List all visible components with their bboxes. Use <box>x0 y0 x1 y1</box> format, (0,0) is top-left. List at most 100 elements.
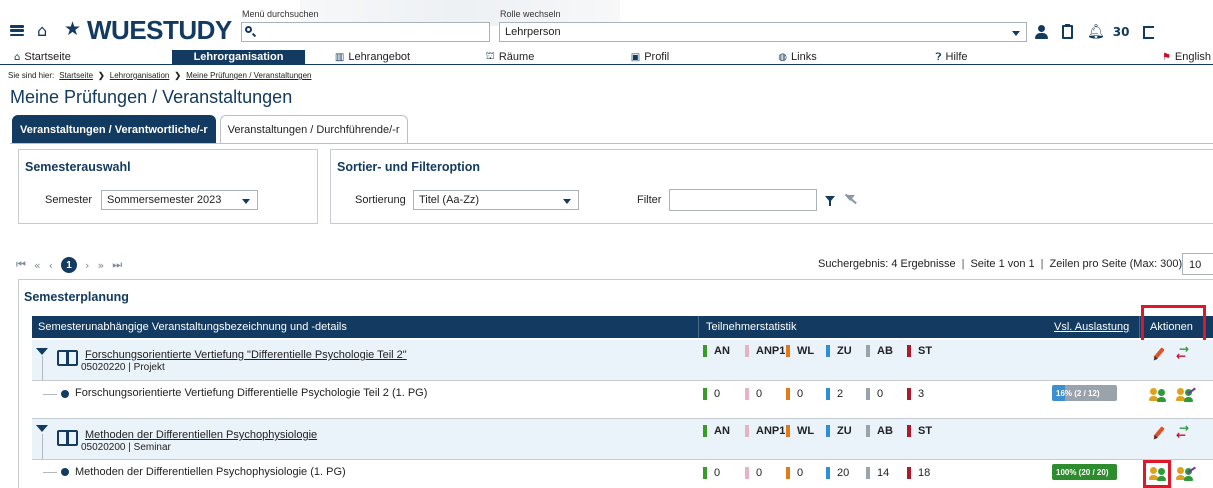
logo[interactable]: WUESTUDY <box>87 15 232 46</box>
filter-clear-icon[interactable] <box>843 193 857 205</box>
stat-color-bar <box>786 467 790 479</box>
role-select[interactable]: Lehrperson <box>499 22 1027 42</box>
breadcrumb-prefix: Sie sind hier: <box>8 71 55 80</box>
stat-color-bar <box>907 467 911 479</box>
bullet-icon <box>61 468 69 476</box>
stat-header-label: ANP1 <box>756 345 786 357</box>
user-icon[interactable] <box>1035 25 1048 39</box>
stat-header-st: ST <box>907 425 932 437</box>
swap-arrows-icon[interactable]: → ← <box>1176 422 1194 441</box>
nav-item-profil[interactable]: ▣ Profil <box>580 50 720 64</box>
nav-item-links[interactable]: ◍ Links <box>720 50 875 64</box>
hamburger-menu-icon[interactable] <box>10 25 24 36</box>
stat-header-label: ST <box>918 425 933 437</box>
first-page-icon[interactable]: ⏮ <box>16 258 26 272</box>
stat-header-wl: WL <box>786 345 814 357</box>
nav-item-hilfe[interactable]: ❓︎ Hilfe <box>875 50 1028 64</box>
tab-verantwortliche[interactable]: Veranstaltungen / Verantwortliche/-r <box>12 115 216 143</box>
home-icon[interactable]: ⌂ <box>37 21 47 40</box>
participants-swap-icon[interactable] <box>1176 388 1195 402</box>
nav-item-lehrorganisation[interactable]: Lehrorganisation <box>172 50 305 64</box>
column-separator <box>1139 316 1140 338</box>
stat-value-ab: 0 <box>866 388 883 400</box>
stat-value-st: 3 <box>907 388 924 400</box>
course-title-link[interactable]: Forschungsorientierte Vertiefung "Differ… <box>85 349 407 361</box>
rows-per-page-input[interactable]: 10 <box>1182 253 1213 275</box>
timer-count: 30 <box>1112 25 1130 39</box>
collapse-caret-icon[interactable] <box>36 425 48 432</box>
sort-select[interactable]: Titel (Aa-Zz) <box>413 190 579 210</box>
help-icon: ❓︎ <box>935 51 942 63</box>
semester-select[interactable]: Sommersemester 2023 <box>101 190 258 210</box>
stat-value: 0 <box>714 467 721 479</box>
tab-durchfuehrende[interactable]: Veranstaltungen / Durchführende/-r <box>219 115 408 143</box>
nav-item-raeume[interactable]: ⛫ Räume <box>440 50 580 64</box>
clipboard-icon[interactable] <box>1062 24 1073 39</box>
participants-highlight <box>1143 460 1171 488</box>
column-header-name: Semesterunabhängige Veranstaltungsbezeic… <box>38 321 347 333</box>
filter-icon[interactable] <box>825 196 835 206</box>
stat-color-bar <box>703 345 707 357</box>
star-icon[interactable]: ★ <box>64 18 81 40</box>
nav-item-label: Hilfe <box>945 51 968 63</box>
stat-color-bar <box>866 345 870 357</box>
stat-color-bar <box>745 425 749 437</box>
sort-select-value: Titel (Aa-Zz) <box>419 194 480 206</box>
edit-pencil-icon[interactable] <box>1152 347 1166 361</box>
book-icon <box>57 350 78 366</box>
next-page-icon[interactable]: › <box>85 259 89 272</box>
logout-icon[interactable] <box>1143 25 1155 39</box>
table-header: Semesterunabhängige Veranstaltungsbezeic… <box>32 316 1213 338</box>
nav-item-label: English <box>1174 51 1211 63</box>
stat-value-anp1: 0 <box>745 467 762 479</box>
page-current[interactable]: 1 <box>61 257 78 273</box>
stat-header-anp1: ANP1 <box>745 345 785 357</box>
column-header-utilization[interactable]: Vsl. Auslastung <box>1054 321 1129 333</box>
edit-pencil-icon[interactable] <box>1152 426 1166 440</box>
bell-icon[interactable]: 🔔︎ <box>1087 24 1105 40</box>
stat-color-bar <box>745 388 749 400</box>
stat-value-wl: 0 <box>786 388 803 400</box>
breadcrumb-link-lehrorganisation[interactable]: Lehrorganisation <box>110 71 170 80</box>
stat-value-an: 0 <box>703 467 720 479</box>
course-meta: 05020220 | Projekt <box>81 362 165 373</box>
book-icon <box>57 430 78 446</box>
utilization-bar: 100% (20 / 20) <box>1052 464 1117 480</box>
nav-item-label: Lehrangebot <box>348 51 411 63</box>
home-icon: ⌂ <box>14 51 21 63</box>
stat-color-bar <box>745 467 749 479</box>
chevron-down-icon <box>242 199 250 204</box>
actions-header-highlight <box>1141 305 1206 343</box>
stat-value: 3 <box>918 388 925 400</box>
stat-header-ab: AB <box>866 345 893 357</box>
next-block-icon[interactable]: » <box>97 259 104 272</box>
participants-swap-icon[interactable] <box>1176 467 1195 481</box>
rows-per-page-label: Zeilen pro Seite (Max: 300) <box>1049 258 1183 270</box>
main-nav: ⌂ Startseite Lehrorganisation ▥ Lehrange… <box>0 50 1213 65</box>
search-icon <box>245 26 252 33</box>
utilization-text: 100% (20 / 20) <box>1056 468 1109 477</box>
nav-item-lehrangebot[interactable]: ▥ Lehrangebot <box>305 50 440 64</box>
course-title-link[interactable]: Methoden der Differentiellen Psychophysi… <box>85 429 317 441</box>
nav-item-startseite[interactable]: ⌂ Startseite <box>0 50 172 64</box>
prev-block-icon[interactable]: « <box>34 259 41 272</box>
filter-input[interactable] <box>669 189 817 211</box>
prev-page-icon[interactable]: ‹ <box>49 259 53 272</box>
stat-header-label: WL <box>797 425 815 437</box>
nav-item-english[interactable]: ⚑ English <box>1028 50 1213 64</box>
parallel-group-title[interactable]: Forschungsorientierte Vertiefung Differe… <box>75 387 427 399</box>
stat-color-bar <box>786 425 790 437</box>
collapse-caret-icon[interactable] <box>36 348 48 355</box>
stat-header-label: AN <box>714 345 730 357</box>
swap-arrows-icon[interactable]: → ← <box>1176 343 1194 362</box>
book-icon: ▥ <box>334 51 345 63</box>
menu-search-input[interactable] <box>241 22 490 42</box>
stat-header-label: ZU <box>837 345 852 357</box>
last-page-icon[interactable]: ⏭ <box>112 258 122 272</box>
parallel-group-title[interactable]: Methoden der Differentiellen Psychophysi… <box>75 466 346 478</box>
stat-header-label: ANP1 <box>756 425 786 437</box>
breadcrumb-link-current[interactable]: Meine Prüfungen / Veranstaltungen <box>186 71 311 80</box>
participants-icon[interactable] <box>1149 388 1168 402</box>
flag-icon: ⚑ <box>1161 51 1171 63</box>
breadcrumb-link-startseite[interactable]: Startseite <box>59 71 93 80</box>
